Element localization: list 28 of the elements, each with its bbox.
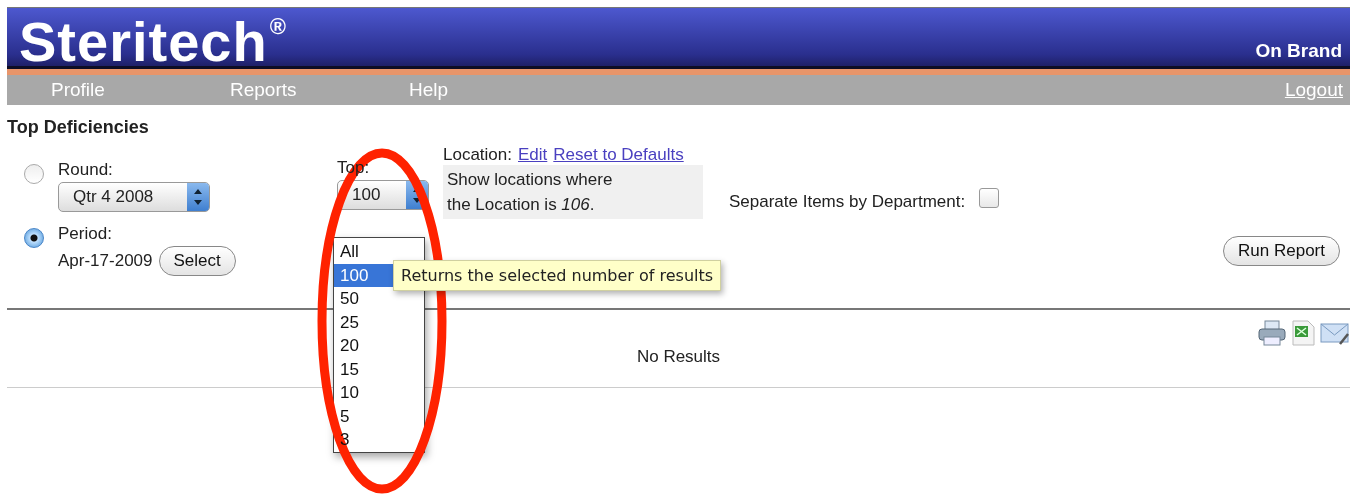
round-label: Round:	[58, 160, 114, 180]
location-label: Location:	[443, 145, 512, 165]
run-report-button[interactable]: Run Report	[1223, 236, 1340, 266]
account-name: On Brand	[1255, 40, 1342, 62]
email-icon[interactable]	[1320, 320, 1350, 346]
dropdown-option[interactable]: 15	[334, 357, 398, 381]
round-radio[interactable]	[24, 164, 44, 184]
period-radio[interactable]	[24, 228, 44, 248]
select-button[interactable]: Select	[158, 246, 236, 276]
dropdown-option[interactable]: 25	[334, 310, 398, 334]
period-date: Apr-17-2009	[58, 251, 153, 271]
location-link[interactable]: Edit	[518, 145, 548, 165]
period-label: Period:	[58, 224, 113, 244]
tooltip: Returns the selected number of results	[393, 260, 722, 291]
no-results-message: No Results	[636, 346, 721, 367]
logo: Steritech®	[19, 14, 287, 70]
dropdown-option[interactable]: 20	[334, 334, 398, 358]
separate-checkbox[interactable]	[979, 188, 1000, 208]
separate-label: Separate Items by Department:	[729, 192, 966, 212]
location-link[interactable]: Reset to Defaults	[553, 145, 684, 165]
location-description: Show locations where the Location is 106.	[443, 165, 703, 219]
dropdown-option[interactable]: 5	[334, 404, 398, 428]
spreadsheet-icon[interactable]	[1290, 320, 1316, 346]
printer-icon[interactable]	[1258, 320, 1286, 346]
round-select[interactable]: Qtr 4 2008	[58, 182, 210, 212]
dropdown-option[interactable]: 10	[334, 381, 398, 405]
page-title: Top Deficiencies	[7, 117, 150, 138]
stepper-arrows-icon	[187, 183, 209, 211]
